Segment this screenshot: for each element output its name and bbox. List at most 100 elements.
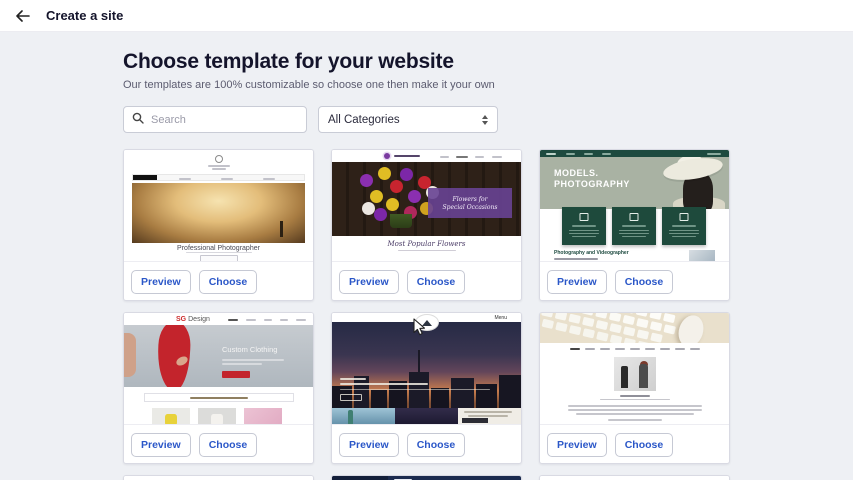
text-line-placeholder bbox=[569, 233, 599, 234]
template-thumbnail[interactable] bbox=[332, 476, 521, 480]
photo-icon bbox=[630, 213, 639, 221]
text-line-placeholder bbox=[608, 419, 662, 421]
mini-nav-item bbox=[585, 348, 595, 350]
choose-button[interactable]: Choose bbox=[615, 433, 674, 457]
text-line-placeholder bbox=[554, 258, 598, 260]
text-line-placeholder bbox=[622, 236, 646, 237]
template-card-minimal-business: Preview Choose bbox=[539, 312, 730, 464]
text-line-placeholder bbox=[222, 363, 262, 365]
choose-button[interactable]: Choose bbox=[407, 433, 466, 457]
template-thumbnail[interactable]: KDS bbox=[540, 476, 729, 480]
mini-cta-button bbox=[222, 371, 250, 378]
sketch-thumb bbox=[458, 408, 521, 425]
text-line-placeholder bbox=[669, 233, 699, 234]
text-line-placeholder bbox=[569, 230, 599, 231]
mini-hero-title: Custom Clothing bbox=[222, 345, 277, 354]
template-card-city-blog: Menu bbox=[331, 312, 522, 464]
mini-nav-item bbox=[707, 153, 721, 155]
card-actions: Preview Choose bbox=[332, 425, 521, 464]
select-chevrons-icon bbox=[482, 115, 488, 125]
text-line-placeholder bbox=[190, 397, 248, 399]
mini-menu-label: Menu bbox=[494, 315, 507, 321]
card-actions: Preview Choose bbox=[540, 262, 729, 301]
template-card-partial-tabs bbox=[123, 475, 314, 480]
arm-shape bbox=[124, 333, 136, 377]
banner-line-1: Flowers for bbox=[453, 196, 488, 203]
mini-nav-item bbox=[690, 348, 700, 350]
mini-nav-item bbox=[584, 153, 593, 155]
category-select[interactable]: All Categories bbox=[318, 106, 498, 133]
mini-thumbnail-strip bbox=[332, 408, 521, 425]
mini-nav-item bbox=[492, 156, 502, 158]
template-card-photographer: Professional Photographer Preview Choose bbox=[123, 149, 314, 301]
building-shape bbox=[371, 390, 387, 408]
mini-hero: Custom Clothing bbox=[124, 325, 313, 387]
building-shape bbox=[354, 376, 369, 408]
filter-controls: All Categories bbox=[123, 106, 853, 133]
back-arrow-icon[interactable] bbox=[13, 7, 31, 25]
template-thumbnail[interactable]: Flowers for Special Occasions Most Popul… bbox=[332, 150, 521, 262]
mini-office-photo bbox=[614, 357, 656, 391]
mini-navbar bbox=[540, 150, 729, 157]
preview-button[interactable]: Preview bbox=[131, 433, 191, 457]
main-content: Choose template for your website Our tem… bbox=[0, 32, 853, 480]
template-thumbnail[interactable]: Menu bbox=[332, 313, 521, 425]
text-line-placeholder bbox=[568, 409, 702, 411]
mini-section-title: Photography and Videographer bbox=[554, 250, 629, 256]
mountain-badge-logo bbox=[415, 314, 439, 331]
mini-hero-title: MODELS. PHOTOGRAPHY bbox=[554, 168, 630, 190]
mini-hero-banner: Flowers for Special Occasions bbox=[428, 188, 512, 218]
template-thumbnail[interactable]: Professional Photographer bbox=[124, 150, 313, 262]
mini-hero: MODELS. PHOTOGRAPHY bbox=[540, 157, 729, 209]
template-thumbnail[interactable]: SG Design Custom Clothing bbox=[124, 313, 313, 425]
text-line-placeholder bbox=[576, 413, 694, 415]
mini-logo-accent: SG bbox=[176, 316, 186, 323]
mini-button bbox=[200, 255, 238, 262]
sketch-line-placeholder bbox=[468, 415, 508, 417]
text-line-placeholder bbox=[622, 225, 646, 227]
mini-logo-text: Design bbox=[188, 316, 210, 323]
search-box[interactable] bbox=[123, 106, 307, 133]
template-thumbnail[interactable]: MODELS. PHOTOGRAPHY bbox=[540, 150, 729, 262]
preview-button[interactable]: Preview bbox=[547, 270, 607, 294]
stems-shape bbox=[390, 214, 412, 228]
top-bar: Create a site bbox=[0, 0, 853, 32]
page-title: Choose template for your website bbox=[123, 50, 853, 74]
mini-nav-item bbox=[566, 153, 575, 155]
card-actions: Preview Choose bbox=[124, 425, 313, 464]
preview-button[interactable]: Preview bbox=[547, 433, 607, 457]
mini-site-title: Professional Photographer bbox=[124, 245, 313, 252]
mini-hero-photo bbox=[332, 322, 521, 408]
building-shape bbox=[409, 372, 429, 408]
mini-nav-active-tab bbox=[133, 175, 157, 180]
search-icon bbox=[132, 111, 144, 129]
template-thumbnail[interactable] bbox=[124, 476, 313, 480]
preview-button[interactable]: Preview bbox=[131, 270, 191, 294]
card-actions: Preview Choose bbox=[124, 262, 313, 301]
person-silhouette bbox=[621, 366, 628, 388]
search-input[interactable] bbox=[151, 114, 298, 126]
mini-header bbox=[332, 150, 521, 162]
template-thumbnail[interactable] bbox=[540, 313, 729, 425]
mini-nav-item bbox=[475, 156, 484, 158]
choose-button[interactable]: Choose bbox=[199, 270, 258, 294]
building-shape bbox=[431, 388, 449, 408]
template-grid: Professional Photographer Preview Choose bbox=[123, 149, 853, 480]
text-line-placeholder bbox=[672, 225, 696, 227]
building-shape bbox=[476, 384, 497, 408]
product-thumb-yellow-dress bbox=[152, 408, 190, 425]
mini-nav-item bbox=[630, 348, 640, 350]
text-line-placeholder bbox=[572, 236, 596, 237]
mini-logo-icon bbox=[215, 155, 223, 163]
fence-post-shape bbox=[280, 221, 283, 237]
template-card-floral-shop: Flowers for Special Occasions Most Popul… bbox=[331, 149, 522, 301]
category-select-value: All Categories bbox=[328, 114, 400, 126]
preview-button[interactable]: Preview bbox=[339, 433, 399, 457]
choose-button[interactable]: Choose bbox=[407, 270, 466, 294]
preview-button[interactable]: Preview bbox=[339, 270, 399, 294]
choose-button[interactable]: Choose bbox=[199, 433, 258, 457]
choose-button[interactable]: Choose bbox=[615, 270, 674, 294]
yellow-dress-shape bbox=[165, 414, 177, 425]
product-thumb-pink bbox=[244, 408, 282, 425]
text-line-placeholder bbox=[619, 230, 649, 231]
